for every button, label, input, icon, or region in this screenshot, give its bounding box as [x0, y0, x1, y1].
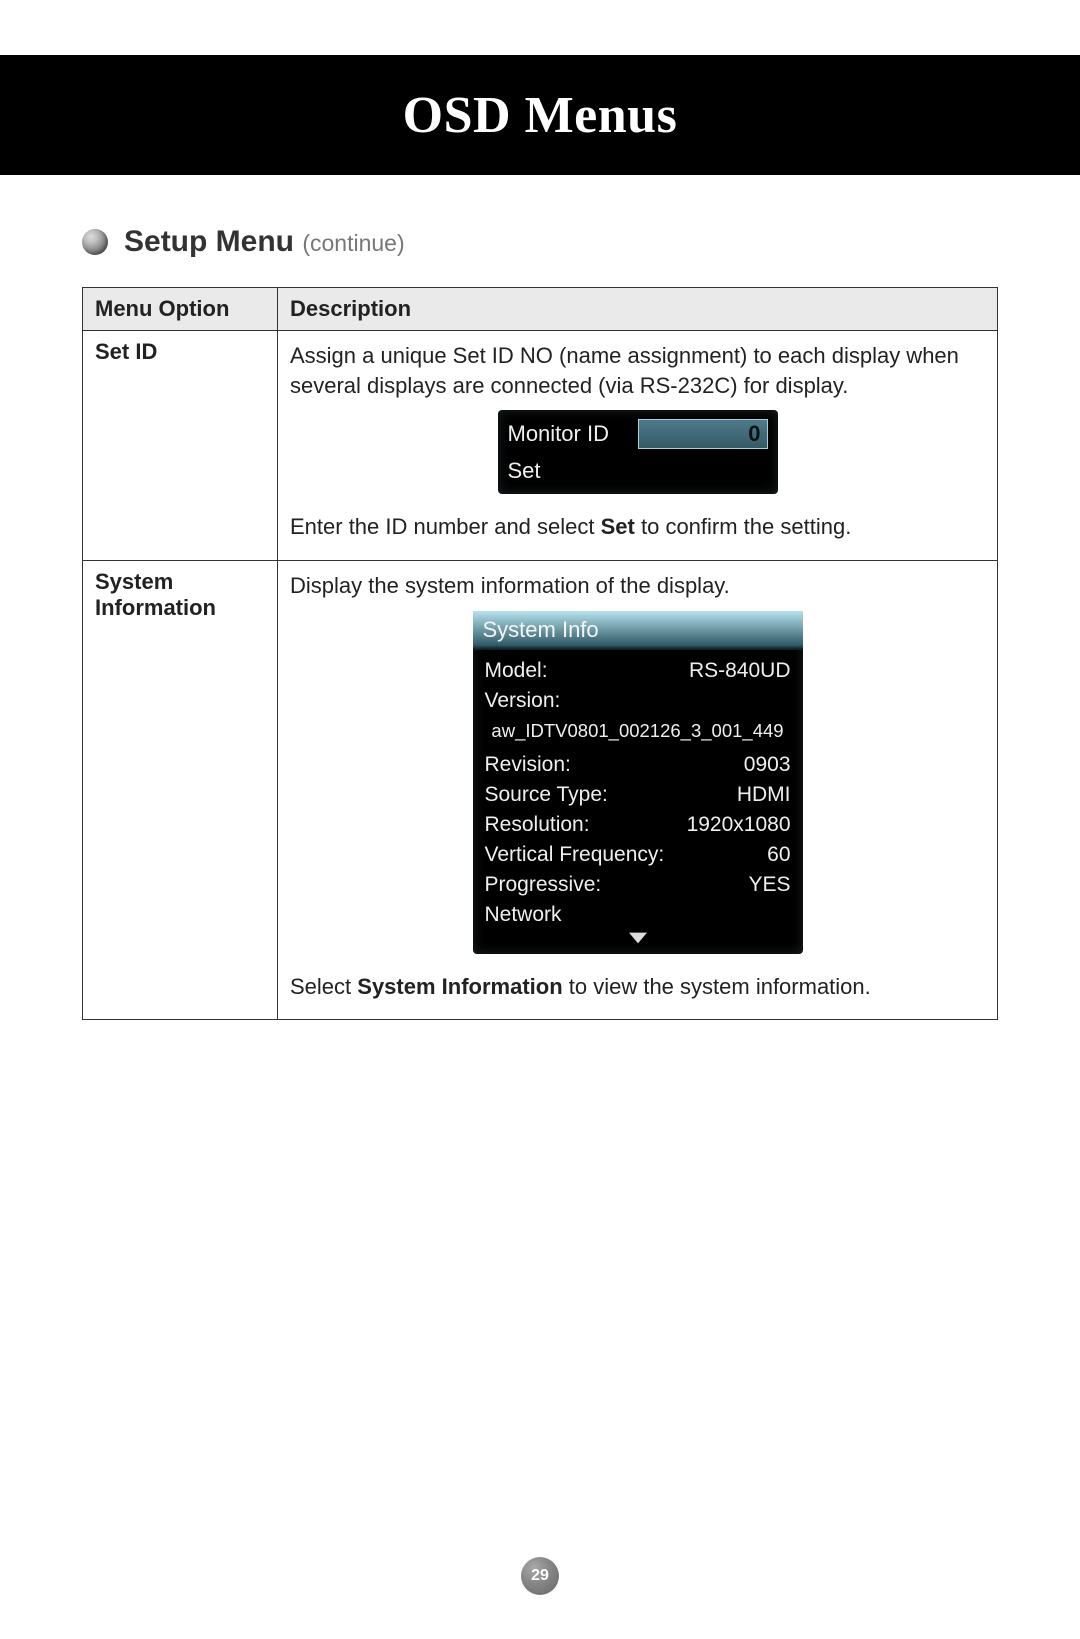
setid-desc-before: Assign a unique Set ID NO (name assignme…	[290, 341, 985, 400]
resolution-value: 1920x1080	[687, 813, 791, 837]
source-type-label: Source Type:	[485, 783, 608, 807]
monitor-set-button[interactable]: Set	[508, 452, 768, 484]
section-heading: Setup Menu (continue)	[82, 225, 998, 259]
th-description: Description	[278, 288, 998, 331]
version-label: Version:	[485, 689, 561, 713]
table-row: Set ID Assign a unique Set ID NO (name a…	[83, 331, 998, 561]
source-type-value: HDMI	[737, 783, 791, 807]
header-band: OSD Menus	[0, 55, 1080, 175]
th-option: Menu Option	[83, 288, 278, 331]
revision-label: Revision:	[485, 753, 571, 777]
sysinfo-desc-before: Display the system information of the di…	[290, 571, 985, 601]
resolution-label: Resolution:	[485, 813, 590, 837]
vfreq-label: Vertical Frequency:	[485, 843, 665, 867]
option-name-setid: Set ID	[83, 331, 278, 561]
model-label: Model:	[485, 659, 548, 683]
page-number-badge: 29	[521, 1557, 559, 1595]
sysinfo-desc-after: Select System Information to view the sy…	[290, 972, 985, 1002]
monitor-id-value[interactable]: 0	[638, 419, 768, 449]
vfreq-value: 60	[767, 843, 790, 867]
revision-value: 0903	[744, 753, 791, 777]
network-label: Network	[485, 903, 562, 927]
model-value: RS-840UD	[689, 659, 791, 683]
section-title-main: Setup Menu	[124, 225, 294, 258]
chevron-down-icon[interactable]	[485, 930, 791, 944]
option-name-sysinfo: System Information	[83, 561, 278, 1020]
bullet-icon	[82, 229, 108, 255]
sysinfo-title: System Info	[473, 611, 803, 650]
progressive-value: YES	[748, 873, 790, 897]
version-value: aw_IDTV0801_002126_3_001_449	[485, 716, 791, 750]
progressive-label: Progressive:	[485, 873, 602, 897]
osd-system-info-panel: System Info Model: RS-840UD Version:	[473, 611, 803, 954]
table-row: System Information Display the system in…	[83, 561, 998, 1020]
section-title-suffix: (continue)	[302, 230, 404, 256]
page-header-title: OSD Menus	[403, 86, 678, 145]
options-table: Menu Option Description Set ID Assign a …	[82, 287, 998, 1020]
osd-monitor-id-panel: Monitor ID 0 Set	[498, 410, 778, 494]
setid-desc-after: Enter the ID number and select Set to co…	[290, 512, 985, 542]
monitor-id-label: Monitor ID	[508, 421, 609, 447]
